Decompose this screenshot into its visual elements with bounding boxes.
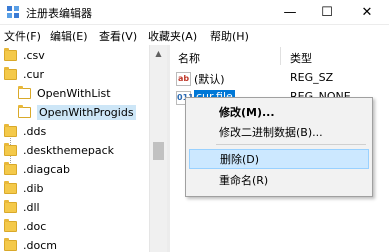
tree-item-openwithprogids[interactable]: OpenWithProgids xyxy=(18,103,148,122)
tree-item-label: .dll xyxy=(23,201,40,214)
tree-item-openwithlist[interactable]: OpenWithList xyxy=(18,84,148,103)
scroll-up-button[interactable]: ▲ xyxy=(150,45,167,62)
tree-item-dds[interactable]: .dds xyxy=(4,122,148,141)
context-menu: 修改(M)... 修改二进制数据(B)... 删除(D) 重命名(R) xyxy=(185,97,373,197)
arrow-up-icon: ▲ xyxy=(155,49,162,58)
folder-icon xyxy=(18,105,31,118)
tree-item-label: .dds xyxy=(23,125,47,138)
folder-icon xyxy=(4,238,17,251)
menu-bar: 文件(F) 编辑(E) 查看(V) 收藏夹(A) 帮助(H) xyxy=(0,25,389,45)
close-button[interactable]: ✕ xyxy=(345,0,389,24)
string-value-icon: ab xyxy=(176,72,191,86)
scroll-thumb[interactable] xyxy=(153,142,164,160)
tree-item-label: .doc xyxy=(23,220,47,233)
menu-item-modify-binary[interactable]: 修改二进制数据(B)... xyxy=(189,122,369,142)
menu-separator xyxy=(216,144,366,145)
tree-scrollbar[interactable]: ▲ xyxy=(149,45,167,252)
window-title: 注册表编辑器 xyxy=(26,7,92,20)
menu-item-rename[interactable]: 重命名(R) xyxy=(189,170,369,190)
menu-item-delete[interactable]: 删除(D) xyxy=(189,149,369,169)
value-row-default[interactable]: ab (默认) REG_SZ xyxy=(176,70,386,87)
folder-icon xyxy=(4,67,17,80)
tree-item-label: .csv xyxy=(23,49,45,62)
registry-tree: .csv .cur OpenWithList OpenWithProgids .… xyxy=(0,45,148,252)
menu-file[interactable]: 文件(F) xyxy=(4,28,41,44)
column-separator[interactable] xyxy=(280,47,281,65)
folder-icon xyxy=(4,48,17,61)
maximize-button[interactable]: ☐ xyxy=(305,0,349,24)
tree-item-deskthemepack[interactable]: .deskthemepack xyxy=(4,141,148,160)
menu-item-label: 删除(D) xyxy=(220,153,260,166)
menu-view[interactable]: 查看(V) xyxy=(99,28,137,44)
menu-favorites[interactable]: 收藏夹(A) xyxy=(148,28,197,44)
tree-item-cur[interactable]: .cur xyxy=(4,65,148,84)
menu-edit[interactable]: 编辑(E) xyxy=(50,28,88,44)
tree-item-dll[interactable]: .dll xyxy=(4,198,148,217)
maximize-icon: ☐ xyxy=(321,4,333,20)
menu-item-label: 重命名(R) xyxy=(219,174,269,187)
tree-item-csv[interactable]: .csv xyxy=(4,46,148,65)
menu-item-label: 修改二进制数据(B)... xyxy=(219,126,323,139)
column-header-name[interactable]: 名称 xyxy=(178,50,200,66)
value-type: REG_SZ xyxy=(290,71,334,84)
close-icon: ✕ xyxy=(361,4,373,20)
tree-item-label: .cur xyxy=(23,68,45,81)
tree-item-label: .diagcab xyxy=(23,163,71,176)
menu-item-modify[interactable]: 修改(M)... xyxy=(189,102,369,122)
value-name: (默认) xyxy=(194,73,225,86)
folder-icon xyxy=(4,162,17,175)
tree-item-dib[interactable]: .dib xyxy=(4,179,148,198)
tree-item-label: OpenWithProgids xyxy=(37,105,136,120)
menu-help[interactable]: 帮助(H) xyxy=(210,28,249,44)
title-bar: 注册表编辑器 — ☐ ✕ xyxy=(0,0,389,25)
folder-icon xyxy=(4,200,17,213)
folder-icon xyxy=(4,181,17,194)
tree-item-label: .deskthemepack xyxy=(23,144,115,157)
folder-icon xyxy=(4,124,17,137)
column-header-type[interactable]: 类型 xyxy=(290,50,312,66)
minimize-icon: — xyxy=(283,4,297,20)
tree-item-doc[interactable]: .doc xyxy=(4,217,148,236)
folder-icon xyxy=(18,86,31,99)
menu-item-label: 修改(M)... xyxy=(219,106,275,119)
folder-icon xyxy=(4,143,17,156)
folder-icon xyxy=(4,219,17,232)
registry-editor-icon xyxy=(7,6,19,18)
tree-item-label: .dib xyxy=(23,182,44,195)
tree-item-diagcab[interactable]: .diagcab xyxy=(4,160,148,179)
tree-item-label: .docm xyxy=(23,239,57,252)
tree-item-docm[interactable]: .docm xyxy=(4,236,148,252)
tree-item-label: OpenWithList xyxy=(37,87,111,100)
